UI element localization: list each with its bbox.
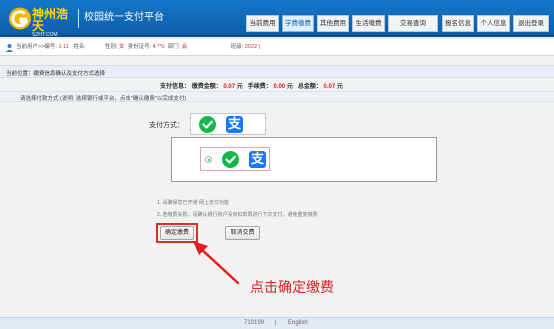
brand-name-en: SZHT.COM (32, 32, 58, 38)
user-dept-label: 部门: (167, 44, 181, 50)
nav-tuition-payment[interactable]: 学费缴费 (282, 15, 314, 32)
confirm-payment-button[interactable]: 确定缴费 (160, 226, 194, 240)
user-class-value: 2022 ) (244, 44, 261, 50)
user-idcard-label: 身份证号: (127, 44, 152, 50)
user-id-label: 当前用户>>编号: (16, 44, 57, 50)
footer-code: 710199 (244, 320, 265, 326)
user-gender-label: 性别: (104, 44, 118, 50)
header-divider (78, 9, 79, 28)
user-dept-value: 会 (181, 44, 188, 50)
user-gender-value: 女 (119, 44, 125, 50)
user-info-line: 当前用户>>编号: 1 11 姓名: 性别: 女 身份证号: 4 **0 部门:… (16, 44, 260, 51)
payment-method-select[interactable]: 支 (190, 113, 266, 135)
top-header: 神州浩天 SZHT.COM 校园统一支付平台 当前费用 学费缴费 其他费用 生活… (0, 0, 554, 39)
user-info-bar: 当前用户>>编号: 1 11 姓名: 性别: 女 身份证号: 4 **0 部门:… (0, 39, 554, 56)
footer-english-link[interactable]: English (288, 320, 308, 326)
nav-enrollment-info[interactable]: 报名信息 (442, 15, 474, 32)
nav-current-fees[interactable]: 当前费用 (246, 15, 279, 32)
fee-unit: 元 (286, 84, 293, 90)
footer-separator: | (275, 320, 277, 326)
amount-label: 缴费金额： (191, 84, 222, 90)
footer: 710199 | English (0, 317, 554, 329)
brand-name-cn: 神州浩天 (32, 7, 69, 33)
nav-transaction-query[interactable]: 交易查询 (388, 15, 438, 32)
total-value: 0.07 (323, 84, 336, 90)
payment-notes: 1. 请确保您已开通 网上支付功能 2. 若缴费失败，请确认银行账户没有扣款再进… (157, 197, 318, 221)
nav-logout[interactable]: 退出登录 (513, 15, 549, 32)
cancel-payment-button[interactable]: 取消交费 (225, 226, 260, 240)
amount-unit: 元 (236, 84, 243, 90)
total-label: 总金额： (297, 84, 322, 90)
nav-personal-info[interactable]: 个人信息 (477, 15, 510, 32)
breadcrumb: 当前位置：缴费信息确认及支付方式选择 (0, 65, 554, 78)
alipay-icon: 支 (249, 151, 266, 168)
amount-value: 0.07 (223, 84, 236, 90)
payment-method-dropdown: 支 (171, 137, 437, 182)
user-idcard-value: 4 **0 (152, 44, 165, 50)
annotation-text: 点击确定缴费 (250, 280, 334, 296)
payment-summary: 支付信息： 缴费金额： 0.07 元 手续费： 0.00 元 总金额： 0.07… (160, 81, 343, 90)
user-name-label: 姓名: (73, 44, 86, 50)
wechat-pay-icon (222, 151, 239, 168)
user-class-label: 班级: (230, 44, 244, 50)
nav-living-payment[interactable]: 生活缴费 (352, 15, 385, 32)
fee-value: 0.00 (273, 84, 286, 90)
brand-name: 神州浩天 SZHT.COM (32, 8, 74, 39)
total-unit: 元 (336, 84, 343, 90)
user-icon (5, 44, 14, 52)
payment-option-wechat-alipay[interactable]: 支 (200, 147, 270, 171)
note-item: 1. 请确保您已开通 网上支付功能 (157, 200, 229, 206)
fee-label: 手续费： (247, 84, 272, 90)
payment-method-instructions-text: 请选择付款方式 (说明: 选择银行或平台，点击"确认缴费"以完成支付) (20, 96, 187, 102)
alipay-icon: 支 (226, 116, 243, 133)
payment-option-radio[interactable] (205, 156, 212, 163)
brand-logo-icon (9, 7, 31, 30)
payinfo-label: 支付信息： (160, 84, 191, 90)
breadcrumb-text: 当前位置：缴费信息确认及支付方式选择 (6, 71, 106, 77)
note-item: 2. 若缴费失败，请确认银行账户没有扣款再进行下次支付，避免重复缴费 (157, 212, 318, 218)
wechat-pay-icon (199, 116, 216, 133)
payment-method-instructions: 请选择付款方式 (说明: 选择银行或平台，点击"确认缴费"以完成支付) (0, 91, 554, 102)
platform-title: 校园统一支付平台 (84, 12, 164, 23)
payment-method-label: 支付方式： (149, 121, 184, 129)
user-id-value: 1 11 (58, 44, 69, 50)
nav-other-fees[interactable]: 其他费用 (317, 15, 349, 32)
